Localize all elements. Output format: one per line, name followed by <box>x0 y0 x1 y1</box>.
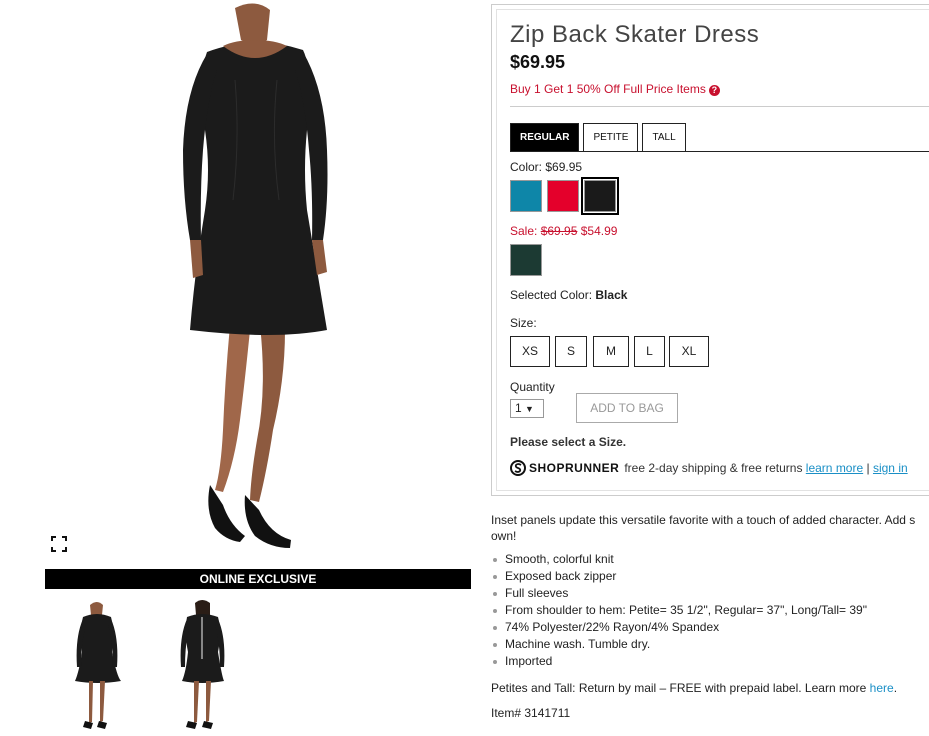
feature-item: Smooth, colorful knit <box>491 551 867 568</box>
selected-color-value: Black <box>595 288 628 302</box>
divider <box>510 106 929 107</box>
size-required-message: Please select a Size. <box>510 435 627 449</box>
shoprunner-logo-icon <box>510 460 526 476</box>
swatch-dark-green[interactable] <box>510 244 542 276</box>
product-description: Inset panels update this versatile favor… <box>491 513 916 543</box>
returns-here-link[interactable]: here <box>870 681 894 695</box>
promo-text[interactable]: Buy 1 Get 1 50% Off Full Price Items <box>510 82 706 96</box>
tab-petite[interactable]: PETITE <box>583 123 639 152</box>
promo-message[interactable]: Buy 1 Get 1 50% Off Full Price Items? <box>510 82 720 96</box>
model-photo <box>183 3 328 548</box>
feature-item: Imported <box>491 653 867 670</box>
feature-item: Full sleeves <box>491 585 867 602</box>
selected-color-label: Selected Color: <box>510 288 593 302</box>
size-m-button[interactable]: M <box>593 336 629 367</box>
size-label: Size: <box>510 316 537 330</box>
product-main-image[interactable] <box>45 0 471 560</box>
question-circle-icon[interactable]: ? <box>708 85 720 96</box>
shoprunner-row: SHOPRUNNER free 2-day shipping & free re… <box>510 460 908 476</box>
thumbnail-front[interactable] <box>55 597 145 736</box>
returns-note: Petites and Tall: Return by mail – FREE … <box>491 681 897 695</box>
thumbnail-back[interactable] <box>160 597 250 736</box>
sale-original-price: $69.95 <box>540 224 578 238</box>
feature-item: From shoulder to hem: Petite= 35 1/2", R… <box>491 602 867 619</box>
shoprunner-brand: SHOPRUNNER <box>529 461 620 475</box>
size-s-button[interactable]: S <box>555 336 587 367</box>
size-xs-button[interactable]: XS <box>510 336 550 367</box>
online-exclusive-badge: ONLINE EXCLUSIVE <box>45 569 471 589</box>
learn-more-link[interactable]: learn more <box>806 461 863 475</box>
size-xl-button[interactable]: XL <box>669 336 709 367</box>
feature-item: 74% Polyester/22% Rayon/4% Spandex <box>491 619 867 636</box>
swatch-red[interactable] <box>547 180 579 212</box>
product-purchase-panel: Zip Back Skater Dress $69.95 Buy 1 Get 1… <box>491 4 929 496</box>
returns-text: Petites and Tall: Return by mail – FREE … <box>491 681 867 695</box>
quantity-select[interactable]: 1 ▼ <box>510 399 544 418</box>
color-price: $69.95 <box>545 160 583 174</box>
link-separator: | <box>866 461 870 475</box>
item-number: Item# 3141711 <box>491 706 571 720</box>
sign-in-link[interactable]: sign in <box>873 461 908 475</box>
quantity-label: Quantity <box>510 380 555 394</box>
fit-tabs: REGULAR PETITE TALL <box>510 123 690 152</box>
tab-tall[interactable]: TALL <box>642 123 686 152</box>
selected-color: Selected Color: Black <box>510 288 627 302</box>
product-price: $69.95 <box>510 52 566 72</box>
returns-end: . <box>893 681 898 695</box>
feature-item: Exposed back zipper <box>491 568 867 585</box>
sale-label: Sale: <box>510 224 538 238</box>
swatch-black[interactable] <box>581 177 619 215</box>
chevron-down-icon: ▼ <box>525 404 534 414</box>
color-label-text: Color: <box>510 160 543 174</box>
sale-price-row: Sale: $69.95 $54.99 <box>510 224 617 238</box>
shoprunner-text: free 2-day shipping & free returns <box>624 461 803 475</box>
tab-regular[interactable]: REGULAR <box>510 123 580 152</box>
sale-price: $54.99 <box>580 224 618 238</box>
add-to-bag-button[interactable]: ADD TO BAG <box>576 393 678 423</box>
color-label: Color: $69.95 <box>510 160 582 174</box>
tab-underline <box>510 151 929 152</box>
feature-item: Machine wash. Tumble dry. <box>491 636 867 653</box>
swatch-teal[interactable] <box>510 180 542 212</box>
feature-list: Smooth, colorful knit Exposed back zippe… <box>491 551 867 670</box>
quantity-value: 1 <box>515 401 522 415</box>
size-l-button[interactable]: L <box>634 336 665 367</box>
fullscreen-expand-icon[interactable] <box>51 536 67 552</box>
product-title: Zip Back Skater Dress <box>510 21 760 48</box>
